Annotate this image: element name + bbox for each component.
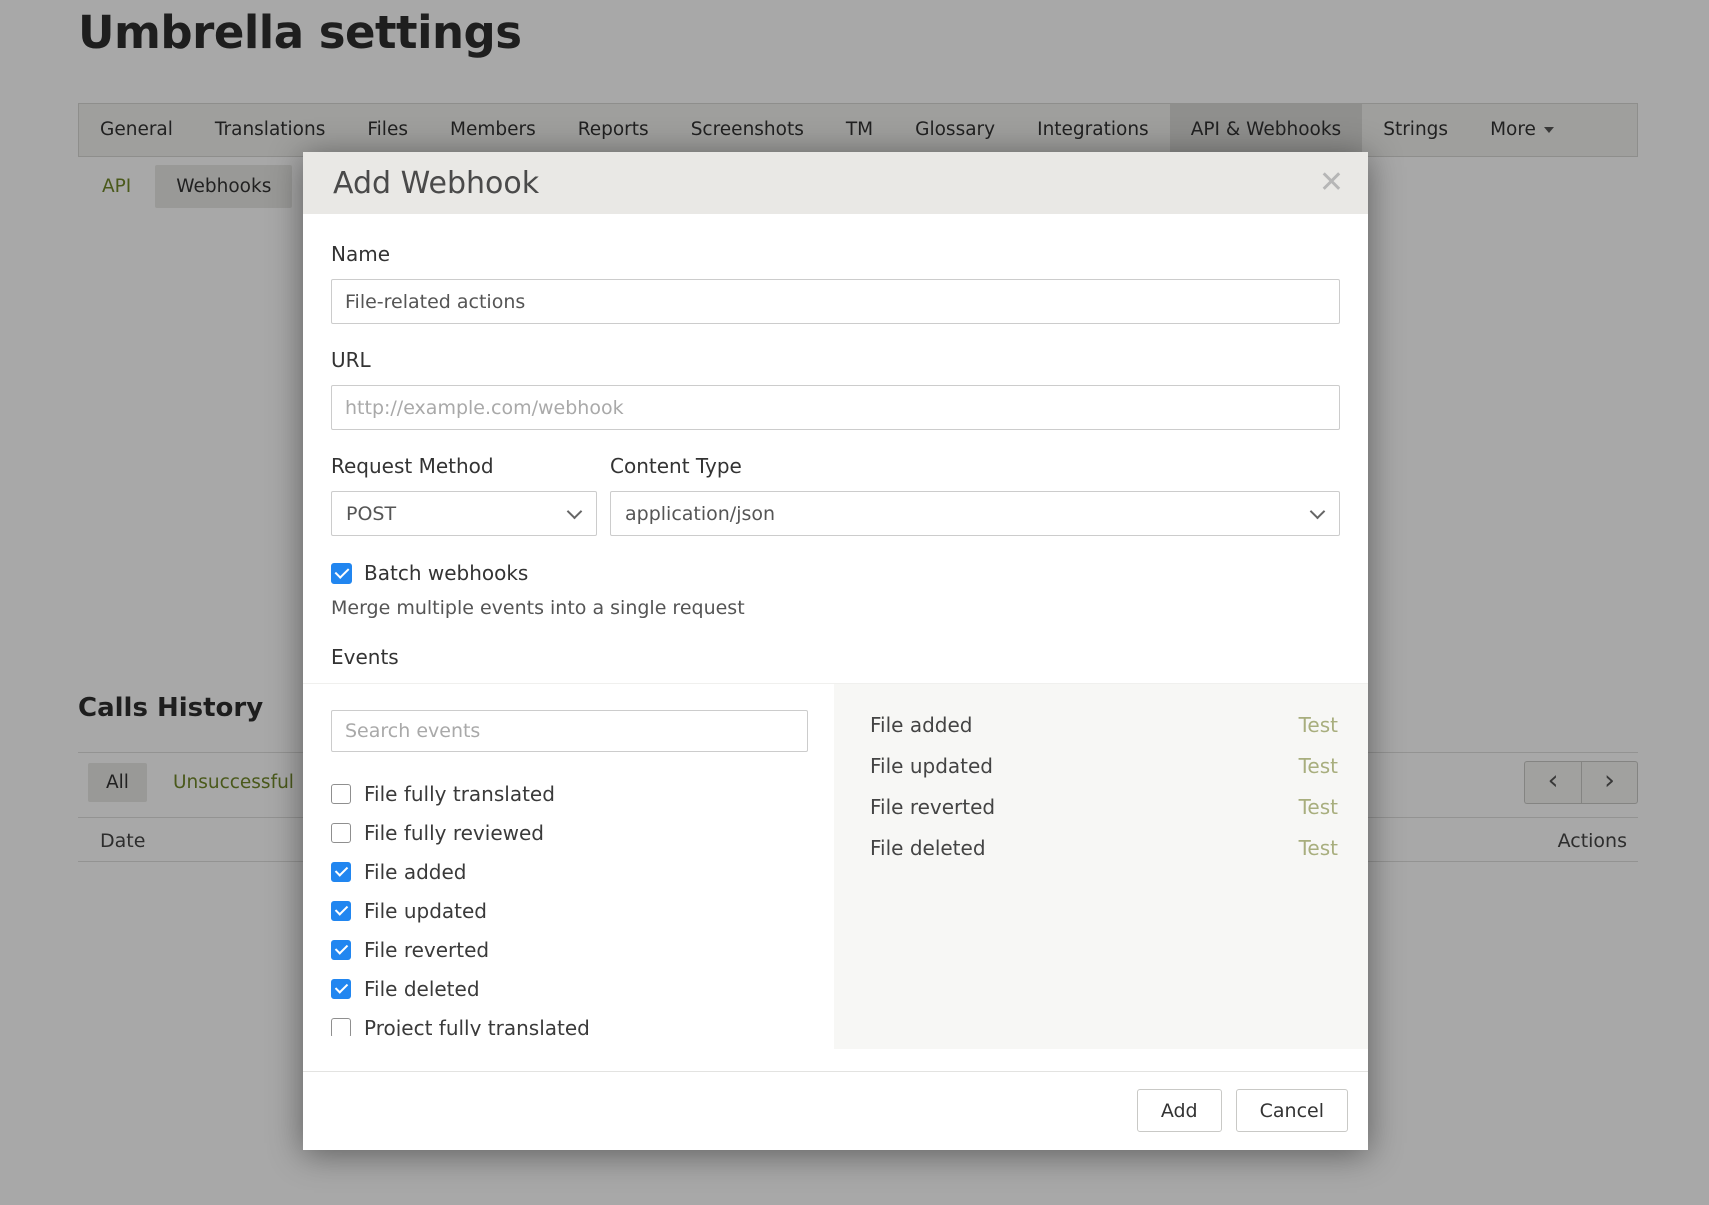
chevron-down-icon [567,503,583,519]
add-button[interactable]: Add [1137,1089,1222,1132]
events-checkbox-list: File fully translated File fully reviewe… [331,774,808,1036]
event-option-file-fully-translated[interactable]: File fully translated [331,774,808,813]
events-available-list: File fully translated File fully reviewe… [303,684,834,1049]
selected-event-row: File deleted Test [870,827,1338,868]
event-option-file-deleted[interactable]: File deleted [331,969,808,1008]
name-label: Name [331,242,1340,266]
request-method-select[interactable]: POST [331,491,597,536]
name-input[interactable] [331,279,1340,324]
checkbox[interactable] [331,784,351,804]
event-option-file-fully-reviewed[interactable]: File fully reviewed [331,813,808,852]
events-label: Events [331,645,1340,669]
request-method-group: Request Method POST [331,454,597,536]
url-field-group: URL [331,348,1340,430]
event-option-label: File updated [364,899,487,923]
content-type-value: application/json [625,503,775,525]
checkbox[interactable] [331,979,351,999]
test-link[interactable]: Test [1299,795,1338,819]
modal-footer-spacer [303,1049,1368,1071]
events-panel: File fully translated File fully reviewe… [303,683,1368,1049]
selected-event-row: File added Test [870,704,1338,745]
selected-event-row: File updated Test [870,745,1338,786]
event-option-label: File deleted [364,977,480,1001]
content-type-group: Content Type application/json [610,454,1340,536]
url-label: URL [331,348,1340,372]
event-option-file-updated[interactable]: File updated [331,891,808,930]
event-option-file-added[interactable]: File added [331,852,808,891]
chevron-down-icon [1310,503,1326,519]
event-option-project-fully-translated[interactable]: Project fully translated [331,1008,808,1036]
modal-body: Name URL Request Method POST Content Typ… [303,214,1368,1049]
checkbox[interactable] [331,940,351,960]
event-option-label: File reverted [364,938,489,962]
event-option-label: File fully reviewed [364,821,544,845]
event-option-file-reverted[interactable]: File reverted [331,930,808,969]
method-content-row: Request Method POST Content Type applica… [331,454,1340,536]
checkbox[interactable] [331,862,351,882]
name-field-group: Name [331,242,1340,324]
close-icon[interactable]: ✕ [1319,168,1344,198]
event-option-label: File fully translated [364,782,555,806]
checkbox[interactable] [331,1018,351,1037]
selected-event-name: File deleted [870,836,986,860]
url-input[interactable] [331,385,1340,430]
checkbox[interactable] [331,901,351,921]
batch-webhooks-checkbox[interactable] [331,563,352,584]
test-link[interactable]: Test [1299,836,1338,860]
search-events-input[interactable] [331,710,808,752]
content-type-select[interactable]: application/json [610,491,1340,536]
selected-event-name: File added [870,713,972,737]
test-link[interactable]: Test [1299,754,1338,778]
selected-event-name: File reverted [870,795,995,819]
test-link[interactable]: Test [1299,713,1338,737]
checkbox[interactable] [331,823,351,843]
request-method-label: Request Method [331,454,597,478]
event-option-label: File added [364,860,466,884]
batch-webhooks-row[interactable]: Batch webhooks [331,561,1340,585]
selected-event-row: File reverted Test [870,786,1338,827]
modal-footer: Add Cancel [303,1071,1368,1150]
modal-title: Add Webhook [333,166,1319,201]
batch-webhooks-help: Merge multiple events into a single requ… [331,597,1340,619]
selected-event-name: File updated [870,754,993,778]
add-webhook-modal: Add Webhook ✕ Name URL Request Method PO… [303,152,1368,1150]
cancel-button[interactable]: Cancel [1236,1089,1348,1132]
modal-header: Add Webhook ✕ [303,152,1368,214]
batch-webhooks-label: Batch webhooks [364,561,528,585]
request-method-value: POST [346,503,396,525]
content-type-label: Content Type [610,454,1340,478]
event-option-label: Project fully translated [364,1016,590,1037]
events-selected-list: File added Test File updated Test File r… [834,684,1368,1049]
